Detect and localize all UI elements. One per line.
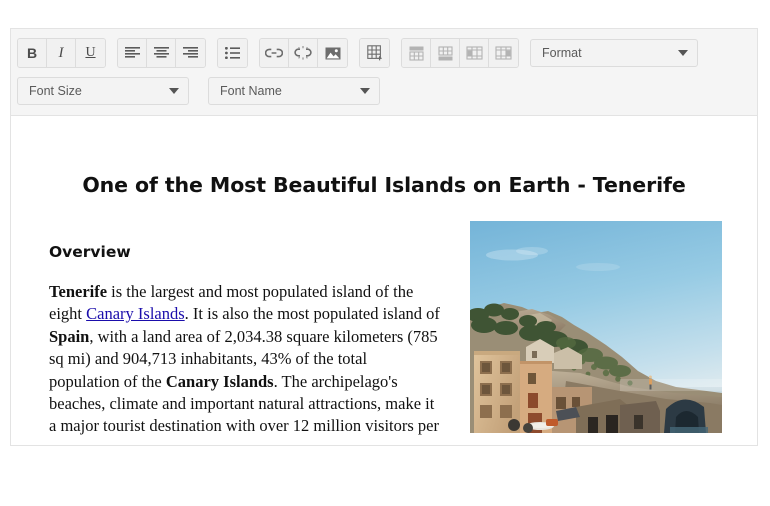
font-name-select[interactable]: Font Name <box>208 77 380 105</box>
coastal-village-photo <box>470 221 722 433</box>
chevron-down-icon <box>678 50 688 56</box>
align-right-button[interactable] <box>176 39 205 67</box>
italic-button[interactable]: I <box>47 39 76 67</box>
font-size-select[interactable]: Font Size <box>17 77 189 105</box>
toolbar-group-table-edit <box>401 38 519 68</box>
italic-icon: I <box>59 46 64 61</box>
align-center-button[interactable] <box>147 39 176 67</box>
bold-icon: B <box>27 46 37 60</box>
font-size-select-value: Font Size <box>29 84 82 98</box>
align-left-button[interactable] <box>118 39 147 67</box>
term-canary-islands: Canary Islands <box>166 372 274 391</box>
column-right-icon <box>495 46 512 60</box>
font-name-select-value: Font Name <box>220 84 282 98</box>
page-title: One of the Most Beautiful Islands on Ear… <box>11 116 757 197</box>
section-heading: Overview <box>49 243 441 261</box>
insert-column-right-button[interactable] <box>489 39 518 67</box>
insert-column-left-button[interactable] <box>460 39 489 67</box>
unlink-button[interactable] <box>289 39 318 67</box>
unlink-icon <box>294 46 312 60</box>
toolbar-group-insert <box>259 38 348 68</box>
bulleted-list-icon <box>225 47 240 59</box>
format-select[interactable]: Format <box>530 39 698 67</box>
editor-toolbar: B I U <box>11 29 757 116</box>
link-icon <box>265 47 283 59</box>
paragraph-text-2: . It is also the most populated island o… <box>185 304 440 323</box>
toolbar-group-table-insert <box>359 38 390 68</box>
underline-icon: U <box>85 46 95 60</box>
bulleted-list-button[interactable] <box>218 39 247 67</box>
insert-table-button[interactable] <box>360 39 389 67</box>
format-select-value: Format <box>542 46 582 60</box>
insert-image-button[interactable] <box>318 39 347 67</box>
row-below-icon <box>437 46 454 61</box>
toolbar-row-primary: B I U <box>17 35 751 71</box>
chevron-down-icon <box>360 88 370 94</box>
align-right-icon <box>183 47 198 59</box>
image-icon <box>325 47 341 60</box>
document-body: Overview Tenerife is the largest and mos… <box>49 243 441 445</box>
align-left-icon <box>125 47 140 59</box>
chevron-down-icon <box>169 88 179 94</box>
rich-text-editor: B I U <box>10 28 758 446</box>
toolbar-group-text-style: B I U <box>17 38 106 68</box>
insert-link-button[interactable] <box>260 39 289 67</box>
term-tenerife: Tenerife <box>49 282 107 301</box>
term-spain: Spain <box>49 327 89 346</box>
canary-islands-link[interactable]: Canary Islands <box>86 304 185 323</box>
toolbar-row-secondary: Font Size Font Name <box>17 73 751 109</box>
table-add-icon <box>367 45 383 61</box>
app-root: B I U <box>0 0 770 506</box>
overview-paragraph: Tenerife is the largest and most populat… <box>49 281 441 445</box>
toolbar-group-lists <box>217 38 248 68</box>
underline-button[interactable]: U <box>76 39 105 67</box>
column-left-icon <box>466 46 483 60</box>
insert-row-below-button[interactable] <box>431 39 460 67</box>
article-image[interactable] <box>470 221 722 433</box>
editor-canvas[interactable]: One of the Most Beautiful Islands on Ear… <box>11 116 757 445</box>
align-center-icon <box>154 47 169 59</box>
bold-button[interactable]: B <box>18 39 47 67</box>
insert-row-above-button[interactable] <box>402 39 431 67</box>
row-above-icon <box>408 46 425 61</box>
toolbar-group-alignment <box>117 38 206 68</box>
